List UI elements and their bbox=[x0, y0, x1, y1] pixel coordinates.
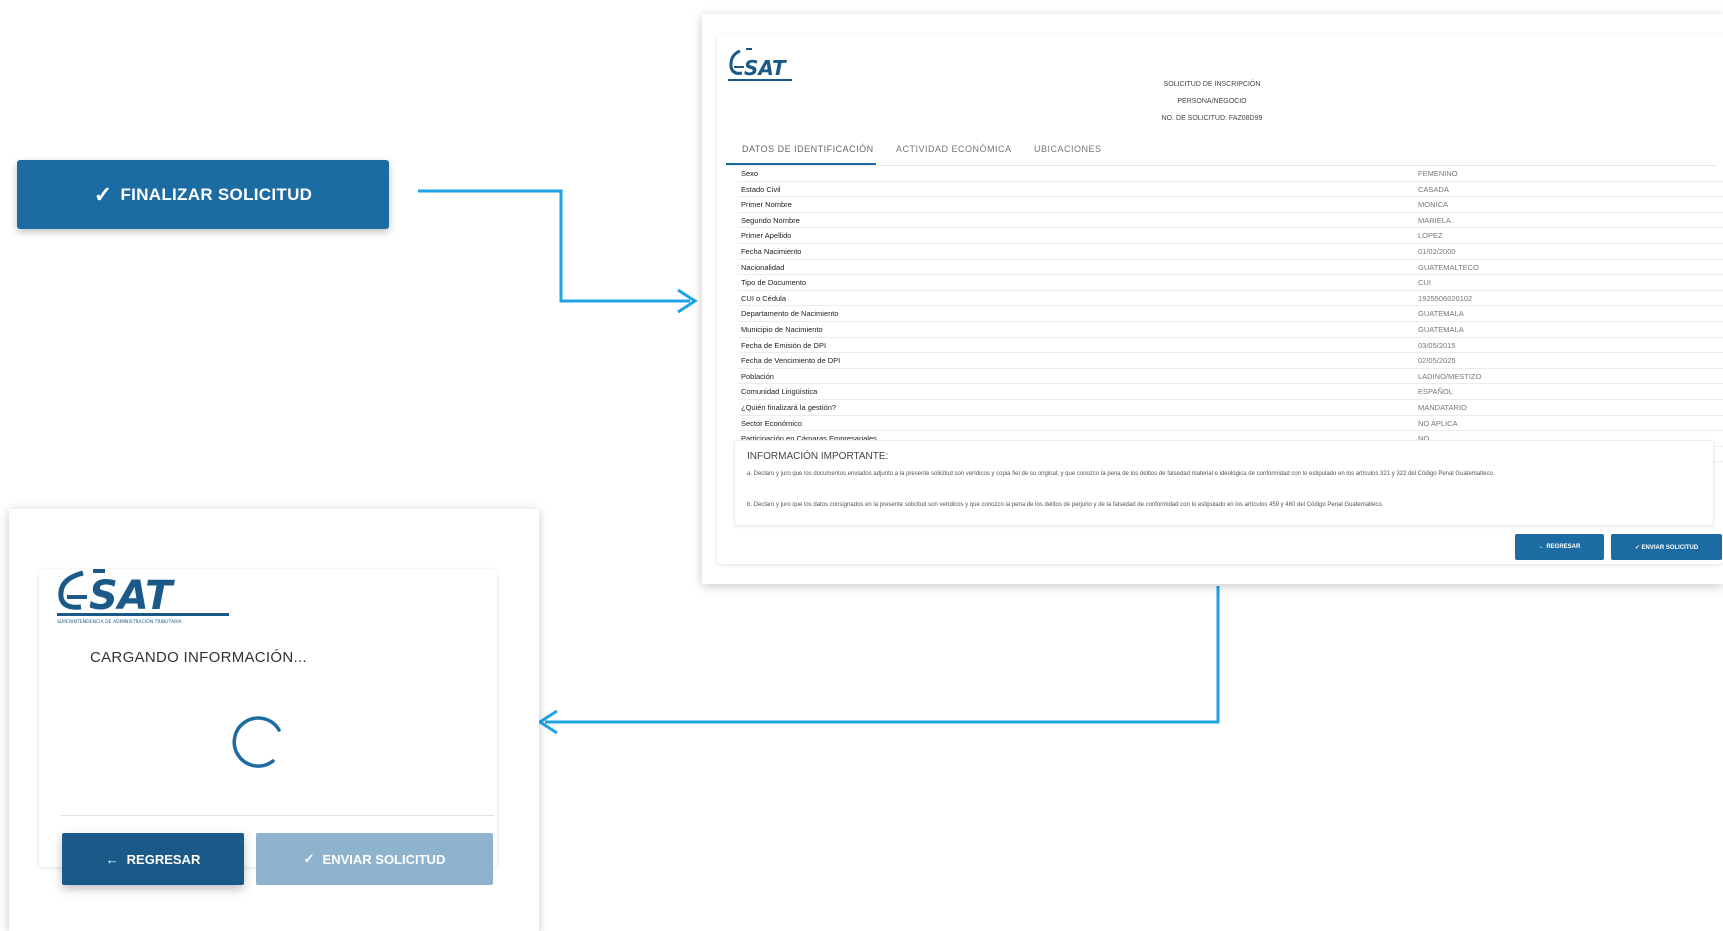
row-value: 01/02/2000 bbox=[1418, 246, 1456, 256]
row-label: Estado Civil bbox=[741, 184, 781, 194]
svg-text:SAT: SAT bbox=[744, 56, 787, 80]
row-label: Nacionalidad bbox=[741, 262, 785, 272]
row-value: GUATEMALA bbox=[1418, 309, 1464, 319]
checkmark-icon: ✓ bbox=[303, 851, 315, 866]
row-label: Comunidad Lingüística bbox=[741, 387, 818, 397]
row-value: 02/05/2025 bbox=[1418, 356, 1456, 366]
row-value: 03/05/2015 bbox=[1418, 340, 1456, 350]
regresar-button-large[interactable]: ← REGRESAR bbox=[62, 833, 244, 885]
table-row: ¿Quién finalizará la gestión? MANDATARIO bbox=[738, 400, 1723, 416]
checkmark-icon: ✓ bbox=[93, 181, 113, 207]
row-value: LOPEZ bbox=[1418, 231, 1443, 241]
form-header-title: SOLICITUD DE INSCRIPCIÓN bbox=[1163, 81, 1261, 88]
row-value: 1925506020102 bbox=[1418, 293, 1473, 303]
tab-datos-identificacion[interactable]: DATOS DE IDENTIFICACIÓN bbox=[742, 144, 874, 154]
info-title: INFORMACIÓN IMPORTANTE: bbox=[747, 451, 889, 462]
table-row: Municipio de Nacimiento GUATEMALA bbox=[738, 322, 1723, 338]
sat-logo-subtitle: SUPERINTENDENCIA DE ADMINISTRACIÓN TRIBU… bbox=[57, 618, 183, 625]
info-importante-box: INFORMACIÓN IMPORTANTE: a. Declaro y jur… bbox=[734, 440, 1714, 526]
row-value: GUATEMALTECO bbox=[1418, 262, 1479, 272]
row-value: FEMENINO bbox=[1418, 169, 1458, 178]
row-value: GUATEMALA bbox=[1418, 324, 1464, 334]
row-label: Población bbox=[741, 371, 774, 381]
connector-arrowhead-form bbox=[677, 288, 698, 314]
row-label: Fecha de Emisión de DPI bbox=[741, 340, 827, 350]
loading-message: CARGANDO INFORMACIÓN... bbox=[90, 649, 307, 666]
table-row: Sector Económico NO APLICA bbox=[738, 416, 1723, 432]
row-label: Sexo bbox=[741, 169, 759, 178]
table-row: Fecha de Emisión de DPI 03/05/2015 bbox=[738, 338, 1723, 354]
loading-spinner-icon bbox=[232, 716, 281, 768]
row-value: CASADA bbox=[1418, 184, 1449, 194]
table-row: Estado Civil CASADA bbox=[738, 182, 1723, 198]
tab-ubicaciones[interactable]: UBICACIONES bbox=[1034, 144, 1102, 154]
table-row: Población LADINO/MESTIZO bbox=[738, 369, 1723, 385]
regresar-button[interactable]: ← REGRESAR bbox=[1515, 534, 1604, 560]
svg-text:SAT: SAT bbox=[89, 573, 175, 619]
row-label: Sector Económico bbox=[741, 418, 802, 428]
row-value: CUI bbox=[1418, 278, 1431, 288]
finalizar-solicitud-button[interactable]: ✓ FINALIZAR SOLICITUD bbox=[17, 160, 389, 229]
table-row: CUI o Cédula 1925506020102 bbox=[738, 291, 1723, 307]
table-row: Nacionalidad GUATEMALTECO bbox=[738, 260, 1723, 276]
tab-bar: DATOS DE IDENTIFICACIÓN ACTIVIDAD ECONÓM… bbox=[726, 135, 1716, 166]
row-label: Departamento de Nacimiento bbox=[741, 309, 839, 319]
info-clause-b: b. Declaro y juro que los datos consigna… bbox=[747, 502, 1384, 508]
table-row: Primer Nombre MONICA bbox=[738, 197, 1723, 213]
table-row: Segundo Nombre MARIELA bbox=[738, 213, 1723, 229]
connector-arrowhead-loading bbox=[537, 709, 558, 735]
info-clause-a: a. Declaro y juro que los documentos env… bbox=[747, 471, 1495, 477]
table-row: Fecha Nacimiento 01/02/2000 bbox=[738, 244, 1723, 260]
connector-arrow-to-form bbox=[418, 189, 690, 303]
tab-actividad-economica[interactable]: ACTIVIDAD ECONÓMICA bbox=[896, 144, 1012, 154]
active-tab-indicator bbox=[726, 163, 876, 165]
row-value: MANDATARIO bbox=[1418, 402, 1467, 412]
row-value: MONICA bbox=[1418, 200, 1448, 210]
sat-logo-large: SAT SUPERINTENDENCIA DE ADMINISTRACIÓN T… bbox=[57, 569, 229, 625]
row-label: Segundo Nombre bbox=[741, 215, 800, 225]
row-label: Municipio de Nacimiento bbox=[741, 324, 823, 334]
table-row: Sexo FEMENINO bbox=[738, 166, 1723, 182]
table-row: Comunidad Lingüística ESPAÑOL bbox=[738, 384, 1723, 400]
row-label: Fecha Nacimiento bbox=[741, 246, 802, 256]
table-row: Primer Apellido LOPEZ bbox=[738, 228, 1723, 244]
row-value: ESPAÑOL bbox=[1418, 387, 1453, 397]
row-value: LADINO/MESTIZO bbox=[1418, 371, 1482, 381]
form-header-number: NO. DE SOLICITUD: FAZ08D99 bbox=[1161, 115, 1263, 122]
row-value: NO APLICA bbox=[1418, 418, 1458, 428]
table-row: Tipo de Documento CUI bbox=[738, 275, 1723, 291]
loading-divider bbox=[60, 815, 494, 816]
row-label: ¿Quién finalizará la gestión? bbox=[741, 402, 837, 412]
connector-arrow-to-loading bbox=[545, 586, 1220, 724]
row-label: Primer Nombre bbox=[741, 200, 792, 210]
arrow-left-icon: ← bbox=[105, 851, 119, 867]
row-value: MARIELA bbox=[1418, 215, 1451, 225]
enviar-solicitud-button-disabled[interactable]: ✓ ENVIAR SOLICITUD bbox=[256, 833, 493, 885]
table-row: Fecha de Vencimiento de DPI 02/05/2025 bbox=[738, 353, 1723, 369]
row-label: Primer Apellido bbox=[741, 231, 792, 241]
enviar-solicitud-label: ENVIAR SOLICITUD bbox=[322, 851, 446, 867]
row-label: CUI o Cédula bbox=[741, 293, 787, 303]
finalizar-solicitud-label: FINALIZAR SOLICITUD bbox=[120, 184, 313, 204]
row-label: Tipo de Documento bbox=[741, 278, 807, 288]
identification-table: Sexo FEMENINO Estado Civil CASADA Primer Nom… bbox=[738, 166, 1723, 463]
form-header-subtitle: PERSONA/NEGOCIO bbox=[1177, 98, 1247, 105]
table-row: Departamento de Nacimiento GUATEMALA bbox=[738, 306, 1723, 322]
enviar-solicitud-button[interactable]: ✓ ENVIAR SOLICITUD bbox=[1611, 534, 1722, 560]
row-label: Fecha de Vencimiento de DPI bbox=[741, 356, 841, 366]
sat-logo: SAT bbox=[728, 48, 792, 81]
regresar-label: REGRESAR bbox=[126, 851, 201, 867]
form-header: SOLICITUD DE INSCRIPCIÓN PERSONA/NEGOCIO… bbox=[1002, 76, 1422, 127]
